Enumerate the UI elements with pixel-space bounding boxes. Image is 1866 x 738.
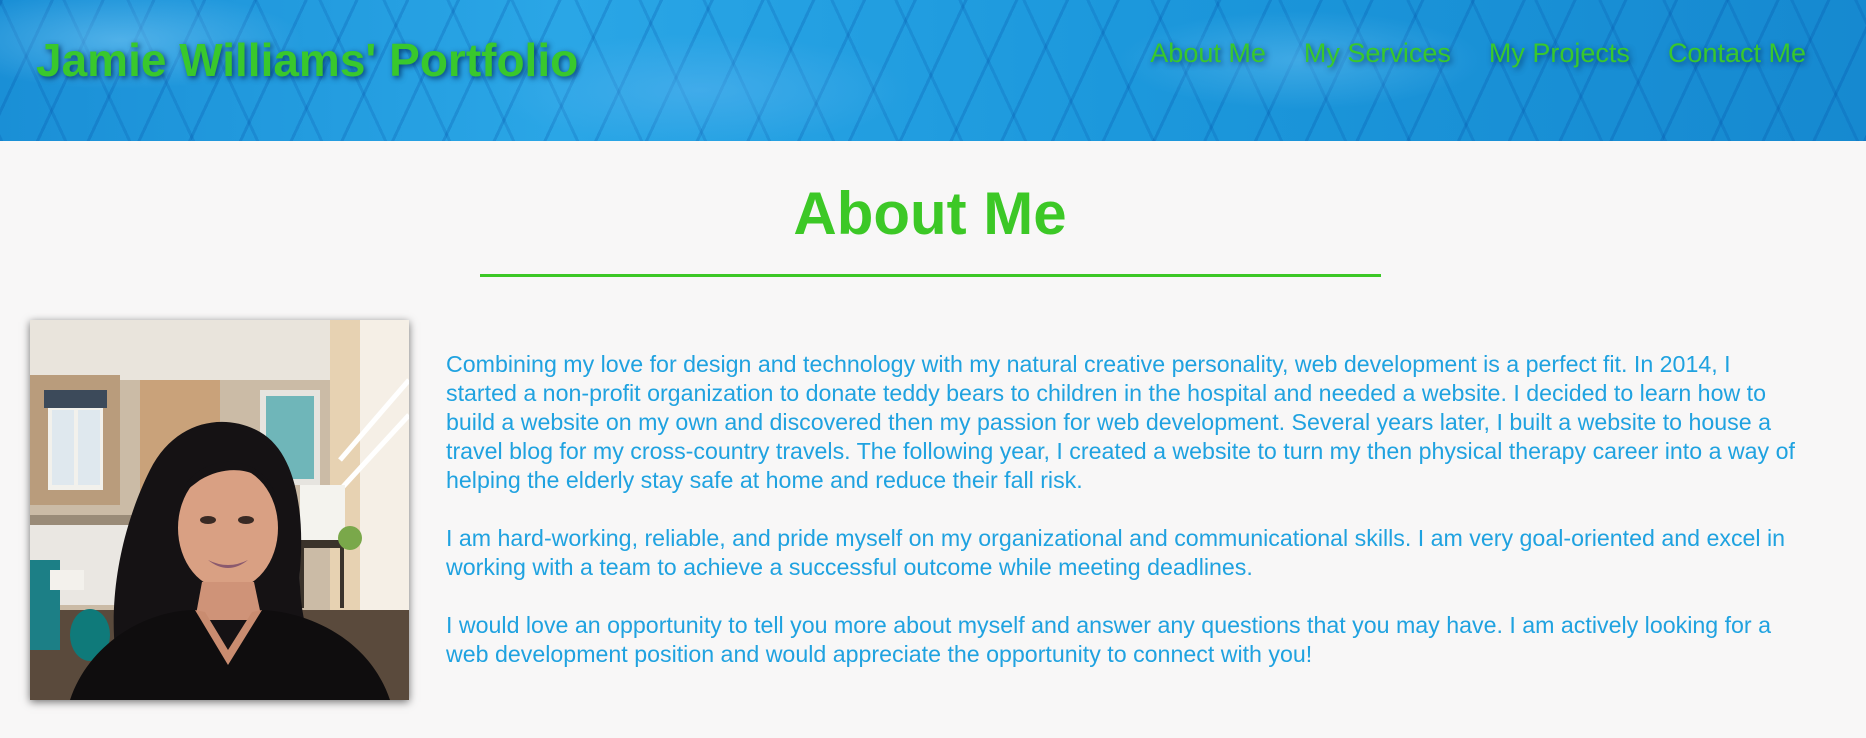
page-title: About Me — [793, 180, 1067, 247]
about-bio: Combining my love for design and technol… — [446, 350, 1798, 698]
site-header: Jamie Williams' Portfolio About Me My Se… — [0, 0, 1866, 141]
main-nav: About Me My Services My Projects Contact… — [1150, 36, 1806, 70]
bio-paragraph-2: I am hard-working, reliable, and pride m… — [446, 525, 1786, 580]
heading-divider — [480, 274, 1381, 277]
bio-paragraph-3: I would love an opportunity to tell you … — [446, 612, 1771, 667]
profile-photo — [30, 320, 409, 700]
nav-link-contact-me[interactable]: Contact Me — [1668, 36, 1806, 70]
bio-paragraph-1: Combining my love for design and technol… — [446, 351, 1795, 493]
site-title[interactable]: Jamie Williams' Portfolio — [36, 30, 578, 90]
nav-link-my-services[interactable]: My Services — [1304, 36, 1451, 70]
nav-link-about-me[interactable]: About Me — [1150, 36, 1266, 70]
nav-link-my-projects[interactable]: My Projects — [1489, 36, 1630, 70]
portrait-illustration — [30, 320, 409, 700]
